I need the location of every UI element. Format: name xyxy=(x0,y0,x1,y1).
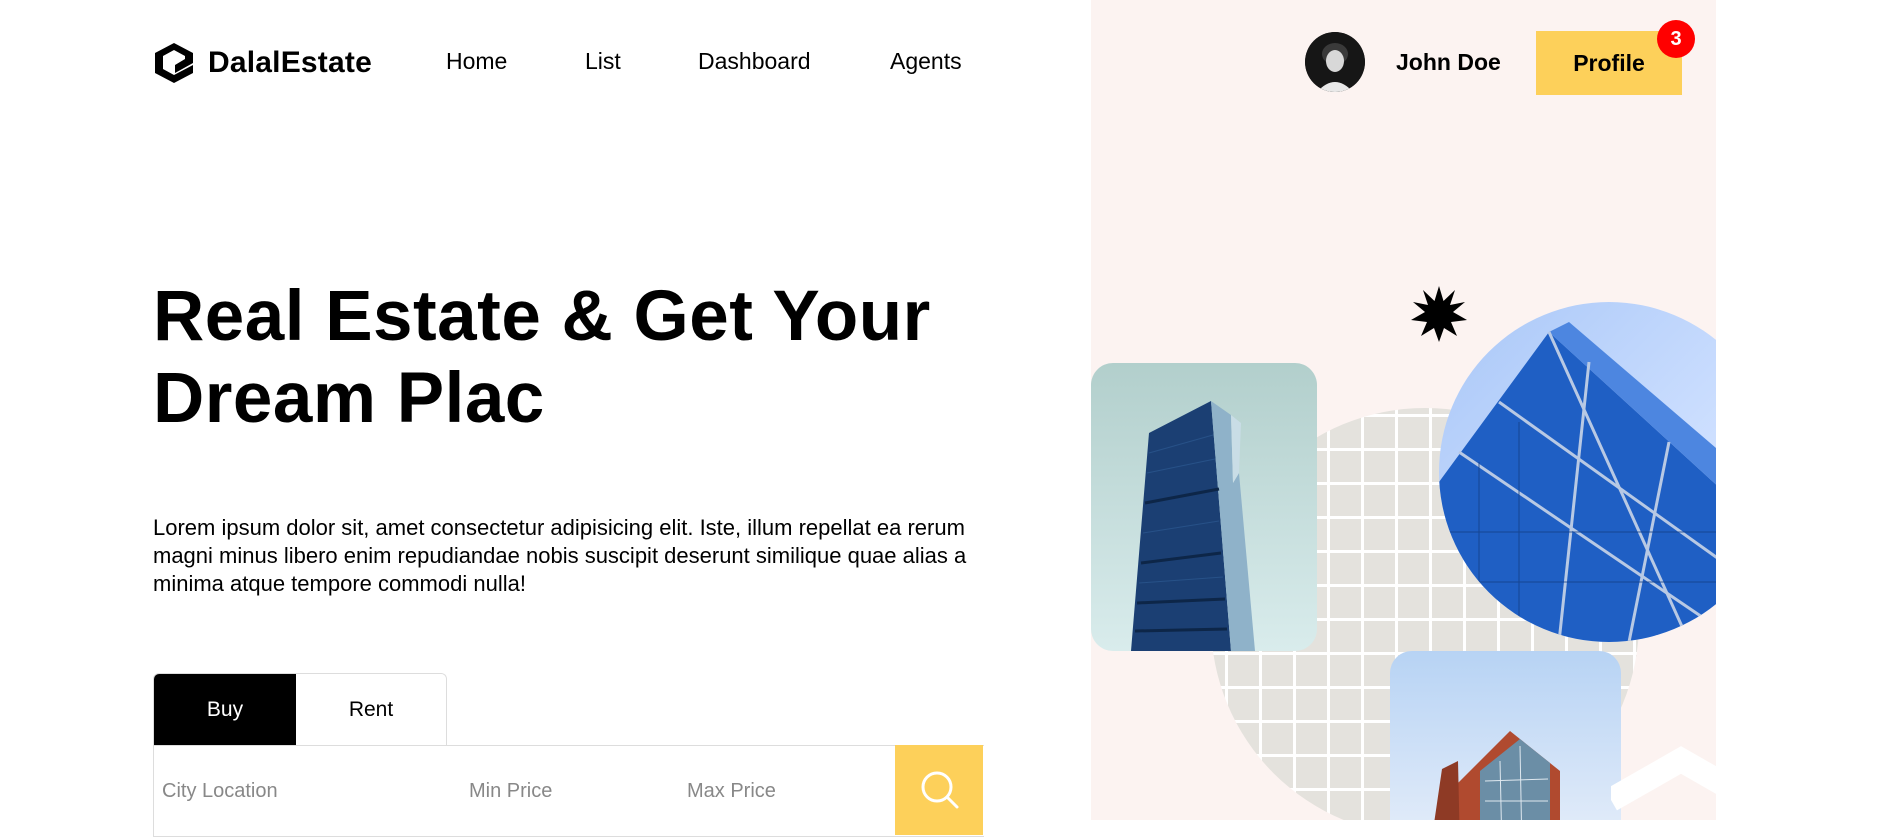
nav-link-list[interactable]: List xyxy=(585,48,621,75)
notification-badge: 3 xyxy=(1657,20,1695,58)
brick-building-photo-card xyxy=(1390,651,1621,820)
tower-photo-card xyxy=(1091,363,1317,651)
user-photo xyxy=(1305,32,1365,92)
brand-name: DalalEstate xyxy=(208,45,372,79)
avatar[interactable] xyxy=(1305,32,1365,92)
search-icon xyxy=(921,771,959,809)
nav-link-home[interactable]: Home xyxy=(446,48,507,75)
chevron-decoration xyxy=(1611,746,1716,811)
user-menu xyxy=(1305,32,1365,92)
logo-icon xyxy=(155,43,193,83)
nav-link-agents[interactable]: Agents xyxy=(890,48,962,75)
city-location-input[interactable] xyxy=(162,746,452,836)
tab-buy[interactable]: Buy xyxy=(154,674,296,746)
search-tabs: Buy Rent xyxy=(153,673,447,746)
starburst-icon xyxy=(1411,286,1467,342)
hero-title: Real Estate & Get Your Dream Plac xyxy=(153,277,931,438)
brick-building-image xyxy=(1434,731,1560,820)
search-form xyxy=(153,745,984,837)
tower-building-image xyxy=(1131,401,1255,651)
hero-image-panel xyxy=(1091,0,1716,820)
brand-logo[interactable]: DalalEstate xyxy=(153,41,372,84)
min-price-input[interactable] xyxy=(469,746,669,836)
max-price-input[interactable] xyxy=(687,746,887,836)
user-name[interactable]: John Doe xyxy=(1396,49,1501,76)
search-button[interactable] xyxy=(895,745,983,835)
hero-description: Lorem ipsum dolor sit, amet consectetur … xyxy=(153,515,967,596)
nav-link-dashboard[interactable]: Dashboard xyxy=(698,48,811,75)
tab-rent[interactable]: Rent xyxy=(296,674,446,746)
